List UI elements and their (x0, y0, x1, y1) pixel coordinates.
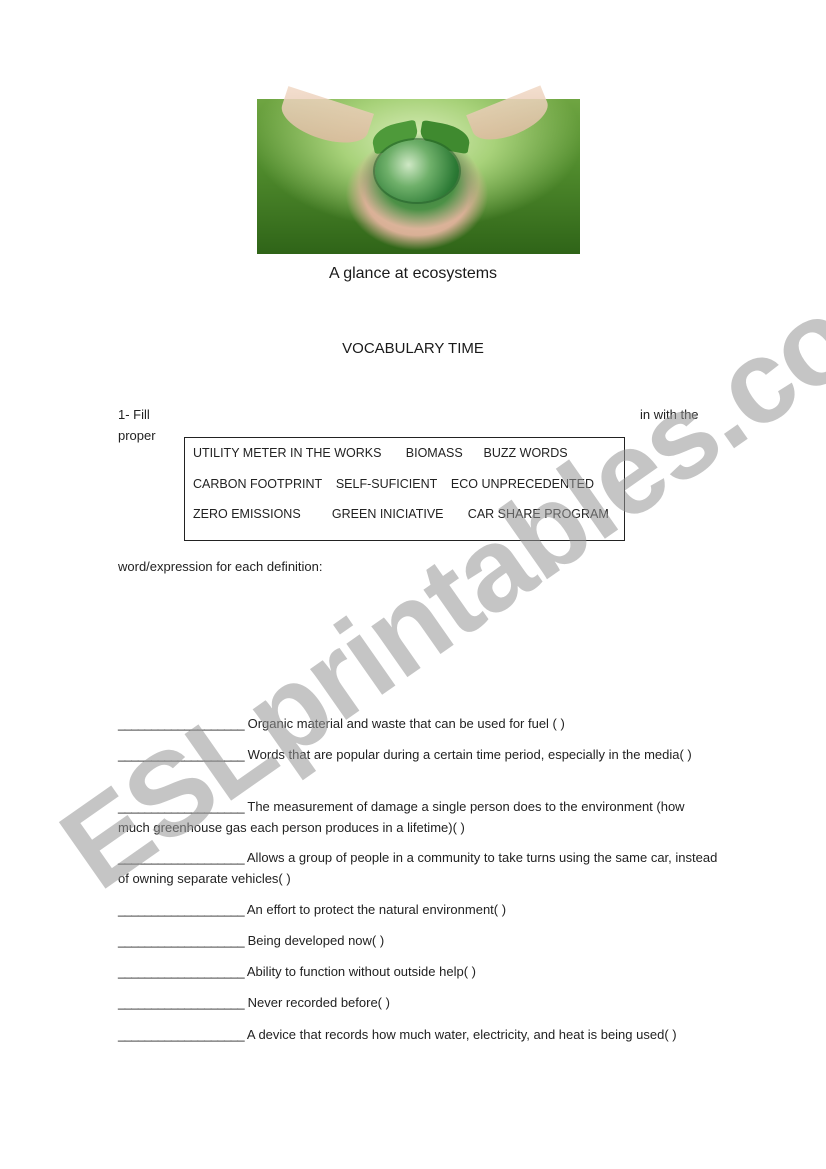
definition-text: Organic material and waste that can be u… (247, 716, 565, 731)
answer-blank[interactable]: ___________________ (118, 933, 245, 948)
definition-item[interactable]: ___________________ Allows a group of pe… (118, 847, 718, 889)
answer-blank[interactable]: ___________________ (118, 850, 245, 865)
answer-blank[interactable]: ___________________ (118, 902, 245, 917)
globe-icon (375, 140, 459, 202)
definition-item[interactable]: ___________________ An effort to protect… (118, 899, 718, 920)
word-bank-row: ZERO EMISSIONS GREEN INICIATIVE CAR SHAR… (193, 507, 609, 521)
definition-text: Never recorded before( ) (247, 995, 390, 1010)
definition-item[interactable]: ___________________ Words that are popul… (118, 744, 718, 765)
definition-text: A device that records how much water, el… (246, 1027, 677, 1042)
page-subtitle: A glance at ecosystems (328, 265, 498, 282)
answer-blank[interactable]: ___________________ (118, 995, 245, 1010)
instruction-in-with-the: in with the (640, 407, 699, 422)
word-bank-row: CARBON FOOTPRINT SELF-SUFICIENT ECO UNPR… (193, 477, 594, 491)
definition-text: Being developed now( ) (247, 933, 385, 948)
section-title: VOCABULARY TIME (342, 340, 484, 357)
answer-blank[interactable]: ___________________ (118, 716, 245, 731)
definition-text: Ability to function without outside help… (246, 964, 476, 979)
definition-text: An effort to protect the natural environ… (246, 902, 507, 917)
answer-blank[interactable]: ___________________ (118, 1027, 245, 1042)
definition-item[interactable]: ___________________ Being developed now(… (118, 930, 718, 951)
answer-blank[interactable]: ___________________ (118, 799, 245, 814)
instruction-proper: proper (118, 428, 156, 443)
word-bank-row: UTILITY METER IN THE WORKS BIOMASS BUZZ … (193, 446, 568, 460)
definition-item[interactable]: ___________________ Never recorded befor… (118, 992, 718, 1013)
definition-text: Words that are popular during a certain … (247, 747, 692, 762)
instruction-fill: 1- Fill (118, 407, 150, 422)
word-bank: UTILITY METER IN THE WORKS BIOMASS BUZZ … (184, 437, 625, 541)
definition-item[interactable]: ___________________ Organic material and… (118, 713, 718, 734)
definition-item[interactable]: ___________________ Ability to function … (118, 961, 718, 982)
answer-blank[interactable]: ___________________ (118, 964, 245, 979)
instruction-word-expression: word/expression for each definition: (118, 559, 323, 574)
definition-item[interactable]: ___________________ The measurement of d… (118, 796, 718, 838)
answer-blank[interactable]: ___________________ (118, 747, 245, 762)
definition-item[interactable]: ___________________ A device that record… (118, 1024, 718, 1045)
